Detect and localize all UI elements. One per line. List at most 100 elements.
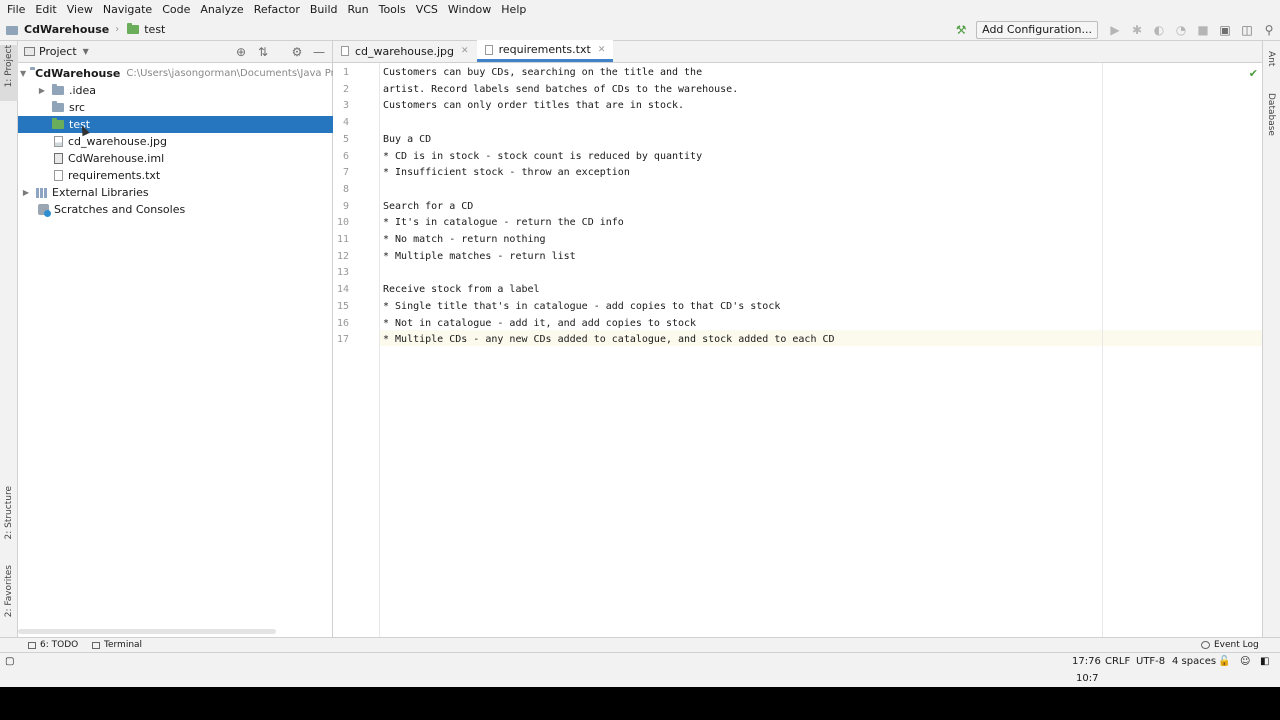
line-number: 12 bbox=[336, 250, 349, 262]
inspection-ok-icon[interactable]: ✔ bbox=[1249, 67, 1258, 80]
run-icon[interactable]: ▶ bbox=[1104, 19, 1126, 41]
ide-window: File Edit View Navigate Code Analyze Ref… bbox=[0, 0, 1280, 687]
file-encoding[interactable]: UTF-8 bbox=[1136, 653, 1165, 670]
tree-item-test[interactable]: test bbox=[18, 116, 333, 133]
favorites-tool-tab[interactable]: 2: Favorites bbox=[0, 565, 18, 627]
left-tool-stripe: 1: Project 2: Structure 2: Favorites bbox=[0, 41, 18, 637]
minimize-icon[interactable]: — bbox=[310, 45, 328, 59]
project-panel-title[interactable]: Project bbox=[39, 45, 77, 58]
close-icon[interactable]: ✕ bbox=[598, 45, 606, 55]
tree-item-label: External Libraries bbox=[52, 186, 149, 199]
tree-scratches[interactable]: Scratches and Consoles bbox=[18, 201, 333, 218]
breadcrumb-folder[interactable]: test bbox=[121, 23, 165, 36]
tree-item-cd-warehouse-jpg[interactable]: cd_warehouse.jpg bbox=[18, 133, 333, 150]
scratches-icon bbox=[38, 204, 51, 217]
ant-tool-tab[interactable]: Ant bbox=[1266, 51, 1276, 69]
menu-navigate[interactable]: Navigate bbox=[98, 0, 157, 19]
line-number: 2 bbox=[342, 83, 349, 95]
tree-item-idea[interactable]: ▶ .idea bbox=[18, 82, 333, 99]
project-structure-icon[interactable]: ▣ bbox=[1214, 19, 1236, 41]
structure-tool-tab-label: 2: Structure bbox=[4, 486, 14, 540]
chevron-down-icon[interactable]: ▼ bbox=[20, 69, 26, 78]
tree-item-label: .idea bbox=[69, 84, 97, 97]
tab-requirements-txt[interactable]: requirements.txt ✕ bbox=[476, 40, 614, 62]
chevron-right-icon[interactable]: ▶ bbox=[20, 188, 32, 197]
memory-icon[interactable]: ◧ bbox=[1260, 653, 1269, 670]
project-tool-window: Project ▼ ⊕ ⇅ ⚙ — ▼ CdWarehouse C:\Users… bbox=[18, 41, 364, 637]
menu-run[interactable]: Run bbox=[343, 0, 374, 19]
menu-build[interactable]: Build bbox=[305, 0, 343, 19]
locate-file-icon[interactable]: ⊕ bbox=[232, 45, 250, 59]
collapse-all-icon[interactable]: ⇅ bbox=[254, 45, 272, 59]
menu-help[interactable]: Help bbox=[496, 0, 531, 19]
tree-item-label: cd_warehouse.jpg bbox=[68, 135, 168, 148]
clock-readout: 10:7 bbox=[1076, 673, 1099, 684]
chevron-right-icon[interactable]: ▶ bbox=[36, 86, 48, 95]
chevron-down-icon[interactable]: ▼ bbox=[83, 47, 89, 56]
menu-view[interactable]: View bbox=[62, 0, 98, 19]
inspector-icon[interactable]: ☺ bbox=[1240, 653, 1250, 670]
menu-analyze[interactable]: Analyze bbox=[195, 0, 248, 19]
line-number: 17 bbox=[336, 334, 349, 346]
close-icon[interactable]: ✕ bbox=[461, 46, 469, 56]
ant-tool-tab-label: Ant bbox=[1266, 51, 1276, 67]
menu-edit[interactable]: Edit bbox=[30, 0, 61, 19]
debug-icon[interactable]: ✱ bbox=[1126, 19, 1148, 41]
tree-item-iml[interactable]: CdWarehouse.iml bbox=[18, 150, 333, 167]
stop-icon[interactable]: ■ bbox=[1192, 19, 1214, 41]
code-line: Receive stock from a label bbox=[383, 284, 540, 296]
menu-code[interactable]: Code bbox=[157, 0, 195, 19]
search-everywhere-icon[interactable]: ⚲ bbox=[1258, 19, 1280, 41]
code-line: * CD is in stock - stock count is reduce… bbox=[383, 150, 703, 162]
build-hammer-icon[interactable]: ⚒ bbox=[950, 19, 972, 41]
menu-refactor[interactable]: Refactor bbox=[249, 0, 305, 19]
tree-external-libraries[interactable]: ▶ External Libraries bbox=[18, 184, 333, 201]
event-log-tab[interactable]: Event Log bbox=[1201, 640, 1259, 650]
breadcrumb-project[interactable]: CdWarehouse bbox=[0, 23, 109, 36]
terminal-tab-label: Terminal bbox=[104, 640, 143, 650]
folder-icon bbox=[52, 101, 64, 112]
code-line: Buy a CD bbox=[383, 133, 432, 145]
code-line: * Insufficient stock - throw an exceptio… bbox=[383, 167, 630, 179]
gear-icon[interactable]: ⚙ bbox=[288, 45, 306, 59]
line-number: 1 bbox=[342, 67, 349, 78]
text-editor[interactable]: Customers can buy CDs, searching on the … bbox=[383, 63, 1262, 637]
image-file-icon bbox=[54, 136, 63, 147]
project-tool-tab[interactable]: 1: Project bbox=[0, 45, 18, 101]
indent-setting[interactable]: 4 spaces bbox=[1172, 653, 1216, 670]
horizontal-scrollbar[interactable] bbox=[18, 629, 276, 634]
menu-bar: File Edit View Navigate Code Analyze Ref… bbox=[0, 0, 1280, 19]
add-configuration-button[interactable]: Add Configuration... bbox=[976, 21, 1098, 39]
line-number: 4 bbox=[342, 117, 349, 129]
tree-item-requirements[interactable]: requirements.txt bbox=[18, 167, 333, 184]
menu-file[interactable]: File bbox=[2, 0, 30, 19]
line-separator[interactable]: CRLF bbox=[1105, 653, 1130, 670]
tab-cd-warehouse-jpg[interactable]: cd_warehouse.jpg ✕ bbox=[333, 40, 477, 62]
structure-tool-tab[interactable]: 2: Structure bbox=[0, 486, 18, 548]
run-coverage-icon[interactable]: ◐ bbox=[1148, 19, 1170, 41]
terminal-tab[interactable]: Terminal bbox=[92, 640, 142, 650]
tree-root[interactable]: ▼ CdWarehouse C:\Users\jasongorman\Docum… bbox=[18, 65, 364, 82]
code-line: Search for a CD bbox=[383, 200, 474, 212]
caret-position[interactable]: 17:76 bbox=[1072, 653, 1101, 670]
line-number: 13 bbox=[336, 267, 349, 279]
database-tool-tab-label: Database bbox=[1266, 93, 1276, 136]
menu-tools[interactable]: Tools bbox=[374, 0, 411, 19]
lock-icon[interactable]: 🔓 bbox=[1218, 653, 1230, 670]
right-tool-stripe: Ant Database bbox=[1262, 41, 1280, 637]
menu-window[interactable]: Window bbox=[443, 0, 496, 19]
todo-tab[interactable]: 6: TODO bbox=[28, 640, 78, 650]
todo-icon bbox=[28, 641, 36, 649]
breadcrumb-folder-label: test bbox=[144, 23, 166, 36]
text-file-icon bbox=[54, 170, 63, 181]
window-layout-icon[interactable]: ◫ bbox=[1236, 19, 1258, 41]
toggle-tool-windows-icon[interactable]: ▢ bbox=[5, 653, 14, 670]
line-number-gutter: 1 2 3 4 5 6 7 8 9 10 11 12 13 14 15 16 17 bbox=[333, 63, 380, 637]
line-number: 15 bbox=[336, 300, 349, 312]
database-tool-tab[interactable]: Database bbox=[1266, 93, 1276, 139]
tree-item-src[interactable]: src bbox=[18, 99, 333, 116]
menu-vcs[interactable]: VCS bbox=[411, 0, 443, 19]
tab-label: requirements.txt bbox=[498, 43, 591, 56]
line-number: 9 bbox=[342, 200, 349, 212]
profile-icon[interactable]: ◔ bbox=[1170, 19, 1192, 41]
